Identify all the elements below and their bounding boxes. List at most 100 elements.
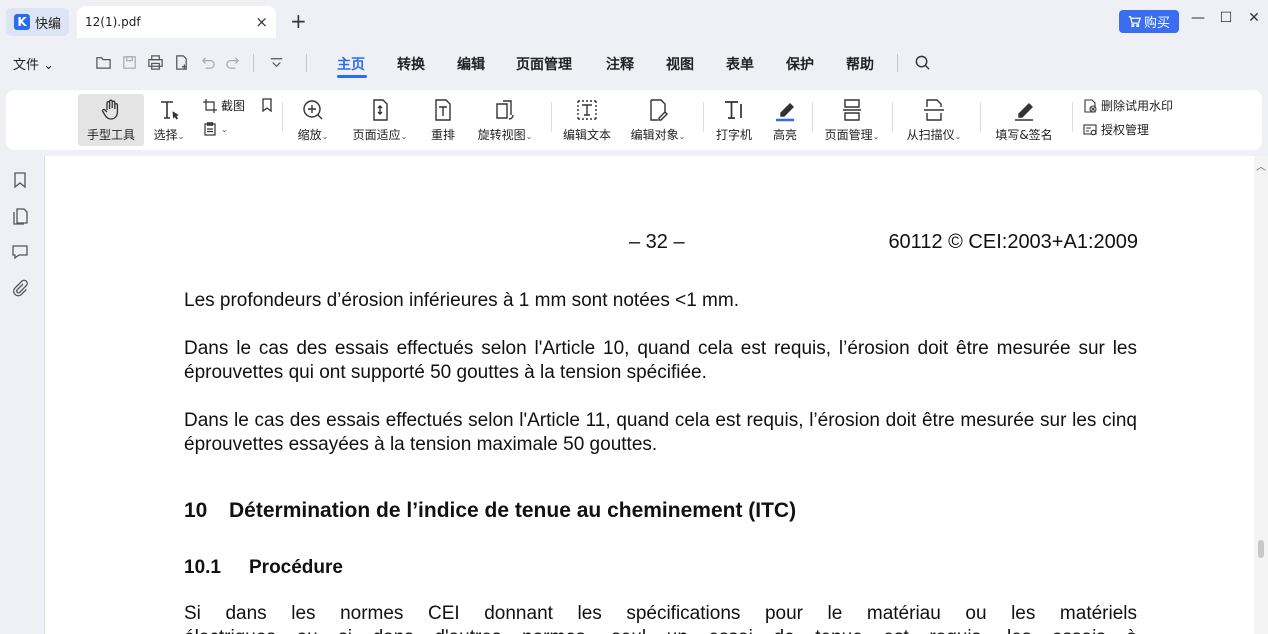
rotate-view-button[interactable]: 旋转视图⌄ bbox=[470, 94, 540, 146]
from-scanner-button[interactable]: 从扫描仪⌄ bbox=[900, 94, 968, 146]
hand-tool-button[interactable]: 手型工具 bbox=[78, 94, 144, 146]
section-heading-10: 10 Détermination de l’indice de tenue au … bbox=[184, 499, 796, 523]
fit-page-icon bbox=[373, 99, 388, 121]
comment-panel-icon[interactable] bbox=[11, 243, 29, 261]
license-manage-button[interactable]: 授权管理 bbox=[1083, 121, 1149, 138]
open-folder-icon[interactable] bbox=[94, 53, 112, 71]
clipboard-icon bbox=[204, 122, 216, 136]
menu-convert[interactable]: 转换 bbox=[397, 54, 425, 74]
document-tab[interactable]: 12(1).pdf × bbox=[77, 6, 276, 38]
new-document-icon[interactable] bbox=[172, 53, 190, 71]
scroll-thumb[interactable] bbox=[1258, 540, 1264, 558]
chevron-down-icon: ⌄ bbox=[954, 132, 962, 141]
toolbar-separator bbox=[306, 54, 307, 72]
section-title: Détermination de l’indice de tenue au ch… bbox=[229, 499, 797, 522]
thumbnail-panel-icon[interactable] bbox=[11, 207, 29, 225]
paragraph-1: Les profondeurs d’érosion inférieures à … bbox=[184, 290, 739, 311]
save-icon[interactable] bbox=[120, 53, 138, 71]
menu-bar: 文件 ⌄ 主页 转换 编辑 页面管理 注释 视图 表单 保护 帮助 bbox=[0, 44, 1268, 82]
ribbon-separator bbox=[892, 102, 893, 132]
page-manage-icon bbox=[843, 99, 861, 121]
menu-view[interactable]: 视图 bbox=[666, 54, 694, 74]
clipboard-button[interactable]: ⌄ bbox=[203, 122, 228, 136]
vertical-scrollbar[interactable]: ︿ bbox=[1254, 156, 1268, 634]
zoom-label: 缩放 bbox=[297, 128, 322, 142]
cart-icon bbox=[1128, 16, 1141, 28]
customize-dropdown-icon[interactable] bbox=[267, 53, 285, 71]
hand-icon bbox=[101, 99, 119, 120]
reflow-button[interactable]: 重排 bbox=[426, 94, 460, 146]
attachment-panel-icon[interactable] bbox=[11, 279, 29, 297]
new-tab-button[interactable]: + bbox=[290, 10, 307, 32]
edit-text-button[interactable]: 编辑文本 bbox=[559, 94, 615, 146]
menu-form[interactable]: 表单 bbox=[726, 54, 754, 74]
scroll-up-icon[interactable]: ︿ bbox=[1256, 158, 1266, 173]
menu-home[interactable]: 主页 bbox=[337, 54, 365, 74]
page-number: – 32 – bbox=[629, 231, 685, 253]
menu-help[interactable]: 帮助 bbox=[846, 54, 874, 74]
reflow-icon bbox=[435, 99, 451, 121]
minimize-button[interactable]: — bbox=[1188, 10, 1208, 32]
redo-icon[interactable] bbox=[224, 53, 242, 71]
document-viewer[interactable]: – 32 – 60112 © CEI:2003+A1:2009 Les prof… bbox=[44, 156, 1254, 634]
buy-label: 购买 bbox=[1143, 16, 1170, 31]
zoom-button[interactable]: 缩放⌄ bbox=[290, 94, 336, 146]
app-logo[interactable]: K 快编 bbox=[6, 8, 70, 36]
tab-close-icon[interactable]: × bbox=[255, 13, 268, 31]
scanner-icon bbox=[924, 99, 944, 121]
close-window-button[interactable]: ✕ bbox=[1244, 10, 1264, 32]
chevron-down-icon: ⌄ bbox=[321, 132, 329, 141]
print-icon[interactable] bbox=[146, 53, 164, 71]
page-fit-button[interactable]: 页面适应⌄ bbox=[344, 94, 416, 146]
page-manage-button[interactable]: 页面管理⌄ bbox=[818, 94, 886, 146]
menu-edit[interactable]: 编辑 bbox=[457, 54, 485, 74]
title-bar: K 快编 12(1).pdf × + 购买 — ☐ ✕ bbox=[0, 0, 1268, 44]
menu-page-manage[interactable]: 页面管理 bbox=[516, 54, 572, 74]
highlight-button[interactable]: 高亮 bbox=[766, 94, 804, 146]
ribbon-separator bbox=[1072, 102, 1073, 132]
menu-protect[interactable]: 保护 bbox=[786, 54, 814, 74]
bookmark-panel-icon[interactable] bbox=[11, 171, 29, 189]
typewriter-icon bbox=[725, 101, 742, 119]
ribbon-separator bbox=[980, 102, 981, 132]
edit-object-icon bbox=[650, 99, 668, 121]
zoom-in-icon bbox=[303, 100, 323, 120]
bookmark-add-button[interactable] bbox=[260, 98, 274, 112]
screenshot-label: 截图 bbox=[221, 99, 246, 113]
fill-sign-button[interactable]: 填写&签名 bbox=[990, 94, 1058, 146]
ribbon-toolbar: 手型工具 选择⌄ 截图 ⌄ 缩放⌄ 页面适应⌄ 重排 旋转视图⌄ 编辑文本 编辑… bbox=[6, 90, 1262, 150]
app-logo-icon: K bbox=[14, 14, 30, 30]
undo-icon[interactable] bbox=[198, 53, 216, 71]
page-manage-label: 页面管理 bbox=[824, 128, 873, 142]
paragraph-2: Dans le cas des essais effectués selon l… bbox=[184, 338, 1137, 383]
tab-title: 12(1).pdf bbox=[85, 15, 141, 29]
highlight-label: 高亮 bbox=[772, 128, 797, 142]
edit-object-label: 编辑对象 bbox=[630, 128, 679, 142]
screenshot-button[interactable]: 截图 bbox=[203, 97, 245, 114]
subsection-title: Procédure bbox=[249, 557, 343, 578]
ribbon-separator bbox=[551, 102, 552, 132]
license-icon bbox=[1083, 123, 1097, 135]
typewriter-button[interactable]: 打字机 bbox=[712, 94, 756, 146]
select-tool-button[interactable]: 选择⌄ bbox=[148, 94, 190, 146]
rotate-icon bbox=[496, 100, 514, 120]
edit-object-button[interactable]: 编辑对象⌄ bbox=[626, 94, 690, 146]
text-select-icon bbox=[161, 101, 179, 120]
chevron-down-icon: ⌄ bbox=[678, 132, 686, 141]
maximize-button[interactable]: ☐ bbox=[1216, 10, 1236, 32]
chevron-down-icon: ⌄ bbox=[525, 132, 533, 141]
left-sidebar bbox=[0, 156, 40, 634]
active-menu-indicator bbox=[337, 75, 367, 78]
paragraph-3: Dans le cas des essais effectués selon l… bbox=[184, 410, 1137, 455]
highlighter-icon bbox=[776, 103, 794, 122]
remove-watermark-button[interactable]: 删除试用水印 bbox=[1083, 97, 1173, 114]
menu-annotate[interactable]: 注释 bbox=[606, 54, 634, 74]
hand-tool-label: 手型工具 bbox=[86, 128, 135, 142]
file-menu[interactable]: 文件 ⌄ bbox=[13, 54, 54, 73]
buy-button[interactable]: 购买 bbox=[1119, 10, 1179, 33]
search-icon[interactable] bbox=[913, 53, 931, 71]
license-manage-label: 授权管理 bbox=[1101, 123, 1150, 137]
fill-sign-label: 填写&签名 bbox=[995, 128, 1053, 142]
section-heading-10-1: 10.1 Procédure bbox=[184, 556, 343, 580]
ribbon-separator bbox=[703, 102, 704, 132]
